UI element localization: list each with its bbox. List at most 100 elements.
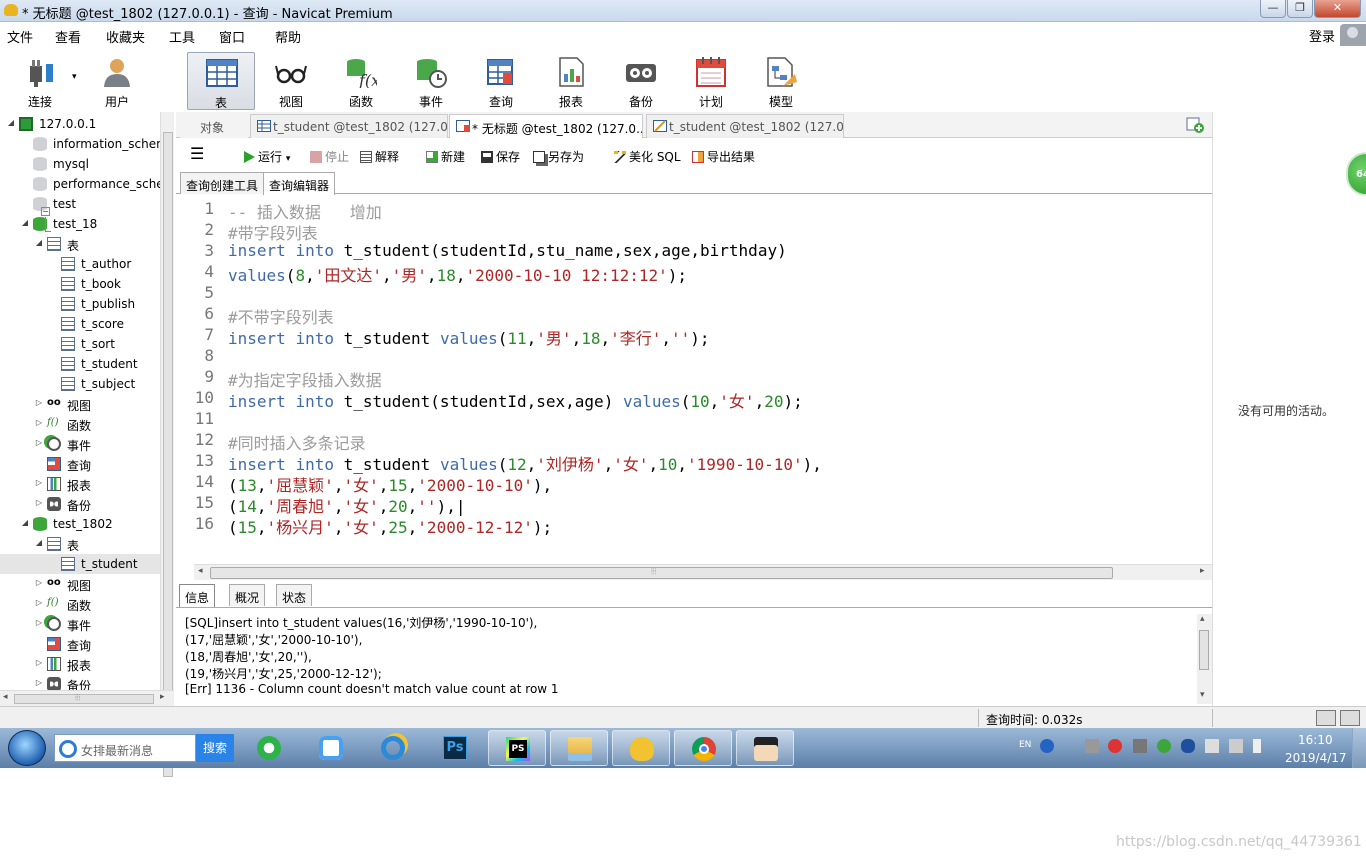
tree-node-127001[interactable]: ◢ 127.0.0.1 [0, 114, 160, 134]
clock-time[interactable]: 16:10 [1298, 733, 1333, 747]
tree-node-test_1802[interactable]: ◢ test_1802 [0, 514, 160, 534]
connection-tree[interactable]: ◢ 127.0.0.1 information_schen mysql performa… [0, 112, 160, 690]
tree-node-item[interactable]: ▷ f() 函数 [0, 414, 160, 434]
update-icon[interactable] [1157, 739, 1171, 753]
tree-scroll-thumb[interactable] [163, 132, 173, 777]
chevron-down-icon[interactable]: ▾ [72, 72, 77, 82]
scroll-down-icon[interactable]: ▾ [1200, 690, 1205, 700]
network-icon[interactable] [1229, 739, 1243, 753]
tree-node-item[interactable]: ▷ f() 函数 [0, 594, 160, 614]
login-link[interactable]: 登录 [1309, 26, 1335, 45]
toolbar-view-button[interactable]: 视图 [259, 52, 323, 110]
taskbar-app-explorer[interactable] [550, 730, 608, 766]
scroll-up-icon[interactable]: ▴ [1200, 614, 1205, 624]
help-icon[interactable] [1040, 739, 1054, 753]
tab-query-builder[interactable]: 查询创建工具 [180, 172, 265, 194]
taskbar-app-qq-avatar[interactable] [736, 730, 794, 766]
show-desktop-button[interactable] [1352, 728, 1366, 768]
expand-arrow-icon[interactable]: ▷ [34, 498, 44, 508]
save-button[interactable]: 保存 [481, 148, 520, 165]
tree-node-item[interactable]: ▷ 事件 [0, 614, 160, 634]
tree-node-mysql[interactable]: mysql [0, 154, 160, 174]
expand-arrow-icon[interactable]: ▷ [34, 478, 44, 488]
expand-arrow-icon[interactable]: ▷ [34, 658, 44, 668]
clock-date[interactable]: 2019/4/17 [1285, 751, 1347, 765]
taskbar-app-baidu-netdisk[interactable] [302, 730, 360, 766]
menu-window[interactable]: 窗口 [219, 27, 245, 46]
toolbar-function-button[interactable]: f(x) 函数 [329, 52, 393, 110]
collapse-arrow-icon[interactable]: ◢ [6, 118, 16, 128]
stop-button[interactable]: 停止 [310, 148, 349, 165]
tree-node-test_18[interactable]: ◢ test_18 [0, 214, 160, 234]
menu-hamburger-icon[interactable]: ☰ [190, 144, 204, 163]
editor-hscroll-thumb[interactable]: ⦙⦙⦙ [210, 567, 1113, 579]
expand-arrow-icon[interactable]: ▷ [34, 678, 44, 688]
tab-status[interactable]: 状态 [276, 584, 313, 606]
tree-vertical-scrollbar[interactable] [160, 112, 174, 777]
tree-hscroll-thumb[interactable]: ⦙⦙⦙ [14, 693, 154, 704]
block-icon[interactable] [1108, 739, 1122, 753]
volume-icon[interactable] [1205, 739, 1219, 753]
expand-arrow-icon[interactable]: ▷ [34, 418, 44, 428]
toolbar-event-button[interactable]: 事件 [399, 52, 463, 110]
language-indicator[interactable]: EN [1019, 740, 1031, 750]
export-results-button[interactable]: 导出结果 [692, 148, 755, 165]
beautify-sql-button[interactable]: 美化 SQL [614, 148, 681, 165]
save-as-button[interactable]: 另存为 [533, 148, 584, 165]
explain-button[interactable]: 解释 [360, 148, 399, 165]
tree-node-t_author[interactable]: t_author [0, 254, 160, 274]
new-query-button[interactable]: 新建 [426, 148, 465, 165]
tree-node-t_publish[interactable]: t_publish [0, 294, 160, 314]
message-vertical-scrollbar[interactable]: ▴ ▾ [1197, 614, 1212, 704]
tree-node-item[interactable]: ▷ 备份 [0, 494, 160, 514]
code-line[interactable]: values(8,'田文达','男',18,'2000-10-10 12:12:… [228, 262, 687, 286]
menu-file[interactable]: 文件 [7, 27, 33, 46]
expand-arrow-icon[interactable]: ▷ [34, 578, 44, 588]
toolbar-model-button[interactable]: 模型 [749, 52, 813, 110]
tree-node-t_sort[interactable]: t_sort [0, 334, 160, 354]
scroll-right-icon[interactable]: ▸ [1200, 566, 1205, 576]
run-button[interactable]: 运行 ▾ [244, 148, 290, 165]
tree-node-item[interactable]: ▷ 报表 [0, 654, 160, 674]
avatar[interactable] [1340, 24, 1366, 48]
new-tab-icon[interactable] [1186, 117, 1204, 133]
taskbar-app-360-browser[interactable] [240, 730, 298, 766]
tree-node-item[interactable]: ▷ oo 视图 [0, 574, 160, 594]
message-scroll-thumb[interactable] [1199, 630, 1209, 670]
menu-tools[interactable]: 工具 [169, 27, 195, 46]
code-line[interactable]: insert into t_student(studentId,stu_name… [228, 241, 787, 260]
toolbar-query-button[interactable]: 查询 [469, 52, 533, 110]
tree-node-t_student[interactable]: t_student [0, 554, 160, 574]
network-adapter-icon[interactable] [1085, 739, 1099, 753]
tree-node-test[interactable]: test [0, 194, 160, 214]
tree-node-t_book[interactable]: t_book [0, 274, 160, 294]
tree-node-information_schen[interactable]: information_schen [0, 134, 160, 154]
tab-t-student-1[interactable]: t_student @test_1802 (127.0.... [250, 114, 448, 138]
menu-help[interactable]: 帮助 [275, 27, 301, 46]
tree-node-item[interactable]: 查询 [0, 454, 160, 474]
taskbar-app-chrome[interactable] [674, 730, 732, 766]
view-layout-button[interactable] [1340, 710, 1360, 726]
tree-node-item[interactable]: ◢ 表 [0, 234, 160, 254]
editor-horizontal-scrollbar[interactable]: ◂ ⦙⦙⦙ ▸ [194, 564, 1212, 580]
tree-node-item[interactable]: 查询 [0, 634, 160, 654]
sql-editor[interactable]: 1 2 3 4 5 6 7 8 9 10 11 12 13 14 15 16 -- 插入数据 增加 #带字段列表 i… [176, 196, 1212, 564]
menu-favorites[interactable]: 收藏夹 [106, 27, 145, 46]
toolbar-table-button[interactable]: 表 [187, 52, 255, 110]
taskbar-app-pycharm[interactable]: PS [488, 730, 546, 766]
collapse-arrow-icon[interactable]: ◢ [20, 518, 30, 528]
tree-node-t_student[interactable]: t_student [0, 354, 160, 374]
collapse-arrow-icon[interactable]: ◢ [34, 538, 44, 548]
tree-horizontal-scrollbar[interactable]: ◂ ⦙⦙⦙ ▸ [0, 690, 174, 706]
fold-toggle-icon[interactable]: − [41, 207, 50, 216]
taskbar-app-ie[interactable] [364, 730, 422, 766]
close-button[interactable]: ✕ [1314, 0, 1361, 18]
code-line[interactable]: (15,'杨兴月','女',25,'2000-12-12'); [228, 514, 552, 538]
start-button[interactable] [8, 730, 46, 766]
monitor-icon[interactable] [1133, 739, 1147, 753]
chevron-down-icon[interactable]: ▾ [286, 154, 291, 164]
collapse-arrow-icon[interactable]: ◢ [34, 238, 44, 248]
tab-t-student-2[interactable]: t_student @test_1802 (127.0... [646, 114, 844, 138]
taskbar-app-navicat[interactable] [612, 730, 670, 766]
tree-node-performance_sche[interactable]: performance_sche [0, 174, 160, 194]
